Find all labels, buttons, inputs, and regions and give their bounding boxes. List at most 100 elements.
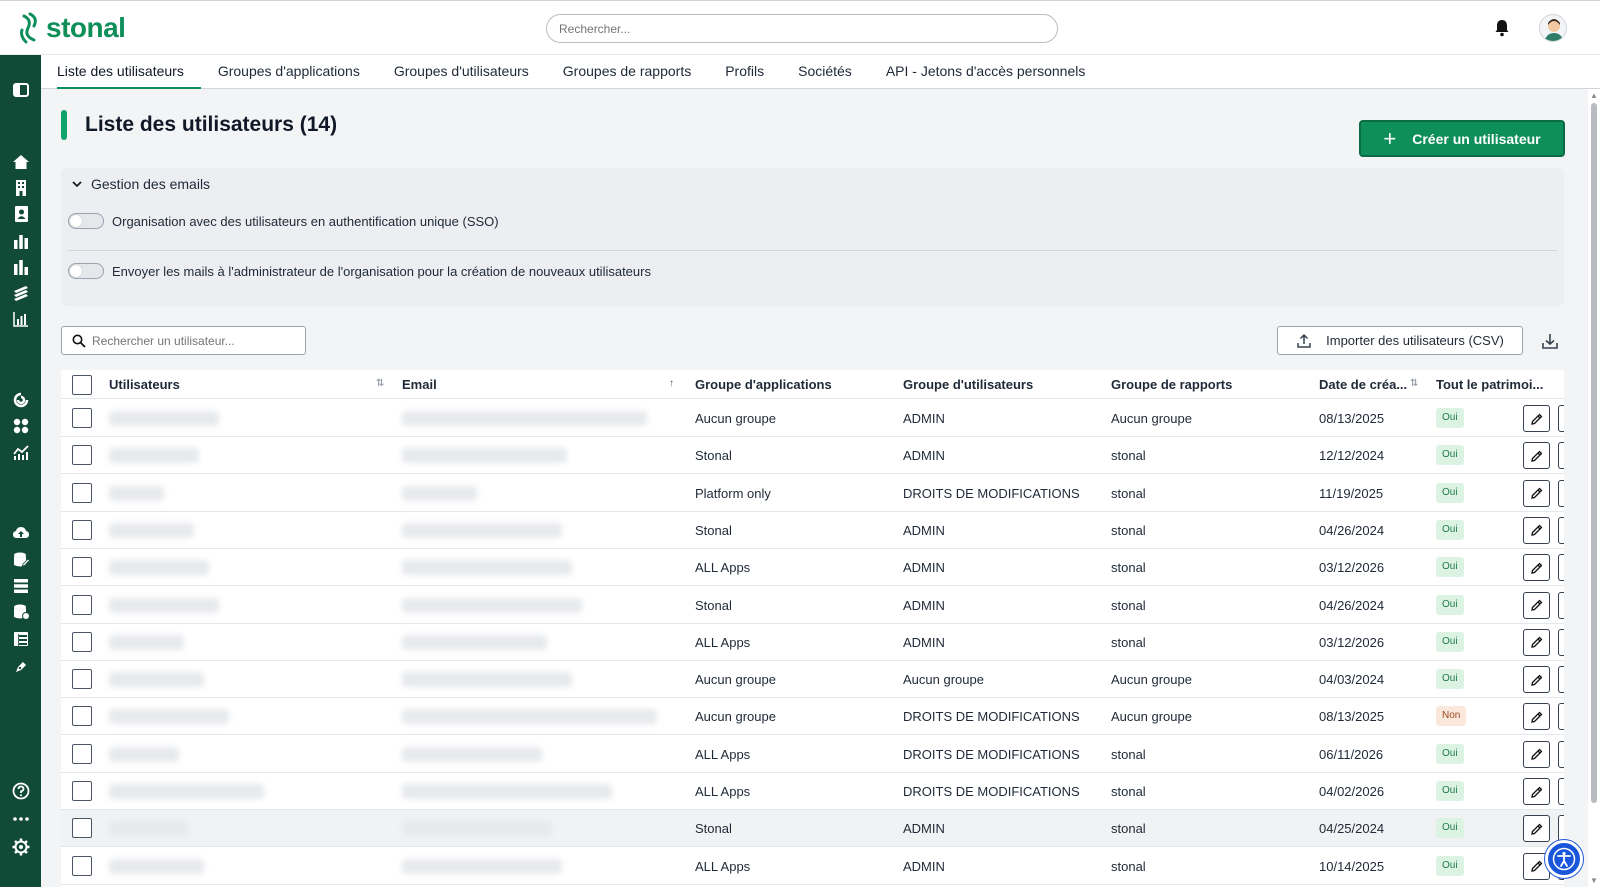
analytics-icon[interactable] bbox=[10, 256, 31, 277]
edit-button[interactable] bbox=[1523, 442, 1550, 470]
row-action-button[interactable] bbox=[1558, 628, 1564, 656]
bar-chart-icon[interactable] bbox=[10, 230, 31, 251]
table-icon[interactable] bbox=[10, 628, 31, 649]
scroll-down-icon[interactable]: ▼ bbox=[1590, 876, 1598, 885]
table-row[interactable]: Aucun groupe ADMIN Aucun groupe 08/13/2025 O… bbox=[61, 400, 1564, 437]
table-row[interactable]: Aucun groupe DROITS DE MODIFICATIONS Aucun… bbox=[61, 698, 1564, 736]
row-action-button[interactable] bbox=[1558, 554, 1564, 582]
scrollbar[interactable]: ▲ ▼ bbox=[1588, 89, 1600, 887]
table-row[interactable]: ALL Apps ADMIN stonal 03/12/2026 Oui bbox=[61, 624, 1564, 661]
table-row[interactable]: ALL Apps DROITS DE MODIFICATIONS stonal 04/… bbox=[61, 773, 1564, 810]
sso-toggle[interactable] bbox=[68, 213, 104, 229]
global-search-input[interactable] bbox=[546, 14, 1058, 43]
database-edit-icon[interactable] bbox=[10, 549, 31, 570]
edit-button[interactable] bbox=[1523, 591, 1550, 619]
sort-ascending-icon[interactable]: ↑ bbox=[669, 378, 674, 389]
column-user-group[interactable]: Groupe d'utilisateurs bbox=[903, 370, 1103, 399]
sort-icon[interactable]: ⇅ bbox=[376, 378, 384, 389]
edit-button[interactable] bbox=[1523, 516, 1550, 544]
edit-button[interactable] bbox=[1523, 554, 1550, 582]
row-action-button[interactable] bbox=[1558, 815, 1564, 843]
list-icon[interactable] bbox=[10, 575, 31, 596]
scroll-thumb[interactable] bbox=[1591, 103, 1597, 803]
edit-button[interactable] bbox=[1523, 479, 1550, 507]
trend-chart-icon[interactable] bbox=[10, 441, 31, 462]
row-checkbox[interactable] bbox=[72, 743, 92, 764]
table-row[interactable]: Platform only DROITS DE MODIFICATIONS ston… bbox=[61, 475, 1564, 512]
edit-button[interactable] bbox=[1523, 815, 1550, 843]
row-action-button[interactable] bbox=[1558, 405, 1564, 432]
row-checkbox[interactable] bbox=[72, 631, 92, 652]
create-user-button[interactable]: + Créer un utilisateur bbox=[1359, 120, 1565, 157]
report-chart-icon[interactable] bbox=[10, 308, 31, 329]
contact-book-icon[interactable] bbox=[10, 203, 31, 224]
more-icon[interactable] bbox=[10, 808, 31, 829]
bell-icon[interactable] bbox=[1492, 18, 1512, 38]
scroll-up-icon[interactable]: ▲ bbox=[1590, 91, 1598, 100]
sidebar-toggle-icon[interactable] bbox=[10, 79, 31, 100]
row-checkbox[interactable] bbox=[72, 781, 92, 801]
table-row[interactable]: Stonal ADMIN stonal 04/26/2024 Oui bbox=[61, 512, 1564, 549]
tab-profiles[interactable]: Profils bbox=[708, 55, 781, 89]
tab-companies[interactable]: Sociétés bbox=[781, 55, 869, 89]
column-users[interactable]: Utilisateurs bbox=[109, 370, 379, 399]
row-checkbox[interactable] bbox=[72, 445, 92, 466]
row-action-button[interactable] bbox=[1558, 740, 1564, 768]
column-all-assets[interactable]: Tout le patrimoi... bbox=[1436, 370, 1551, 399]
tab-report-groups[interactable]: Groupes de rapports bbox=[546, 55, 708, 89]
database-settings-icon[interactable] bbox=[10, 601, 31, 622]
row-action-button[interactable] bbox=[1558, 778, 1564, 805]
user-search-input[interactable] bbox=[92, 333, 292, 348]
table-row[interactable]: ALL Apps ADMIN stonal 10/14/2025 Oui bbox=[61, 848, 1564, 885]
tab-user-list[interactable]: Liste des utilisateurs bbox=[57, 55, 201, 89]
sort-icon[interactable]: ⇅ bbox=[1410, 378, 1418, 389]
download-icon[interactable] bbox=[1540, 331, 1560, 351]
edit-button[interactable] bbox=[1523, 703, 1550, 731]
row-checkbox[interactable] bbox=[72, 706, 92, 727]
column-app-group[interactable]: Groupe d'applications bbox=[695, 370, 895, 399]
logo[interactable]: stonal bbox=[18, 11, 126, 45]
edit-button[interactable] bbox=[1523, 778, 1550, 805]
table-row[interactable]: Stonal ADMIN stonal 04/26/2024 Oui bbox=[61, 587, 1564, 624]
help-icon[interactable] bbox=[10, 780, 31, 801]
tab-app-groups[interactable]: Groupes d'applications bbox=[201, 55, 377, 89]
apps-grid-icon[interactable] bbox=[10, 415, 31, 436]
select-all-checkbox[interactable] bbox=[72, 375, 92, 395]
row-checkbox[interactable] bbox=[72, 594, 92, 615]
row-action-button[interactable] bbox=[1558, 479, 1564, 507]
edit-button[interactable] bbox=[1523, 740, 1550, 768]
table-row[interactable]: Stonal ADMIN stonal 04/25/2024 Oui bbox=[61, 810, 1564, 848]
row-checkbox[interactable] bbox=[72, 855, 92, 876]
row-action-button[interactable] bbox=[1558, 442, 1564, 470]
tab-user-groups[interactable]: Groupes d'utilisateurs bbox=[377, 55, 546, 89]
building-icon[interactable] bbox=[10, 177, 31, 198]
gear-icon[interactable] bbox=[10, 836, 31, 857]
row-checkbox[interactable] bbox=[72, 482, 92, 503]
pen-tool-icon[interactable] bbox=[10, 656, 31, 677]
table-row[interactable]: ALL Apps DROITS DE MODIFICATIONS stonal 06/… bbox=[61, 736, 1564, 773]
row-action-button[interactable] bbox=[1558, 666, 1564, 694]
column-email[interactable]: Email bbox=[402, 370, 662, 399]
edit-button[interactable] bbox=[1523, 628, 1550, 656]
row-checkbox[interactable] bbox=[72, 557, 92, 578]
row-action-button[interactable] bbox=[1558, 591, 1564, 619]
accessibility-button[interactable] bbox=[1545, 840, 1583, 878]
table-row[interactable]: Aucun groupe Aucun groupe Aucun groupe 04/0… bbox=[61, 661, 1564, 699]
edit-button[interactable] bbox=[1523, 405, 1550, 432]
admin-mail-toggle[interactable] bbox=[68, 263, 104, 279]
row-checkbox[interactable] bbox=[72, 408, 92, 428]
import-csv-button[interactable]: Importer des utilisateurs (CSV) bbox=[1277, 326, 1523, 355]
column-creation-date[interactable]: Date de créa... bbox=[1319, 370, 1409, 399]
cloud-upload-icon[interactable] bbox=[10, 522, 31, 543]
sync-icon[interactable] bbox=[10, 389, 31, 410]
row-checkbox[interactable] bbox=[72, 669, 92, 690]
table-row[interactable]: ALL Apps ADMIN stonal 03/12/2026 Oui bbox=[61, 549, 1564, 587]
avatar[interactable] bbox=[1539, 14, 1567, 42]
tab-api-tokens[interactable]: API - Jetons d'accès personnels bbox=[869, 55, 1103, 89]
table-row[interactable]: Stonal ADMIN stonal 12/12/2024 Oui bbox=[61, 437, 1564, 475]
edit-button[interactable] bbox=[1523, 666, 1550, 694]
row-action-button[interactable] bbox=[1558, 703, 1564, 731]
layers-icon[interactable] bbox=[10, 282, 31, 303]
row-checkbox[interactable] bbox=[72, 519, 92, 540]
row-action-button[interactable] bbox=[1558, 516, 1564, 544]
